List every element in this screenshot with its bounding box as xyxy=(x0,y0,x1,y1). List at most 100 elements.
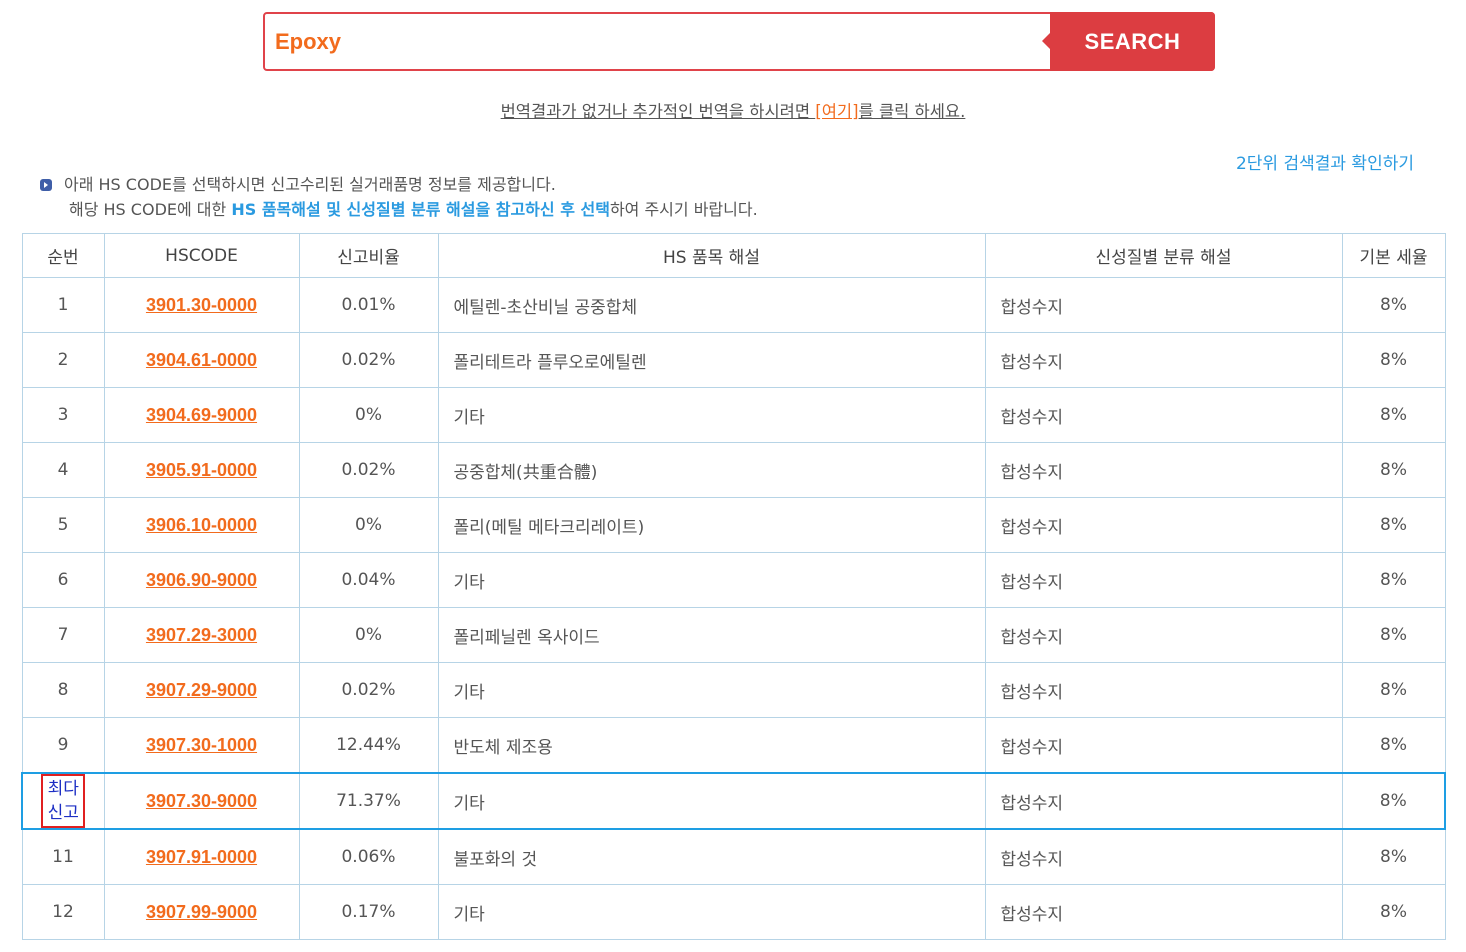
hscode-link[interactable]: 3907.91-0000 xyxy=(146,847,257,867)
most-reported-badge: 최다신고 xyxy=(41,774,86,828)
table-row: 9 3907.30-1000 12.44% 반도체 제조용 합성수지 8% xyxy=(21,717,1446,774)
row-rate: 8% xyxy=(1341,662,1446,718)
notice-text-after: 를 클릭 하세요. xyxy=(858,102,966,121)
row-rate: 8% xyxy=(1341,828,1446,885)
info-line-1: 아래 HS CODE를 선택하시면 신고수리된 실거래품명 정보를 제공합니다. xyxy=(64,175,556,194)
info-box: 아래 HS CODE를 선택하시면 신고수리된 실거래품명 정보를 제공합니다.… xyxy=(40,172,758,222)
hscode-link[interactable]: 3906.10-0000 xyxy=(146,515,257,535)
row-classification: 합성수지 xyxy=(984,662,1343,718)
badge-line-2: 신고 xyxy=(47,803,79,823)
row-classification: 합성수지 xyxy=(984,552,1343,608)
table-row-most-reported: 최다 신고 3907.30-9000 71.37% 기타 합성수지 8% xyxy=(21,772,1446,830)
row-classification: 합성수지 xyxy=(984,332,1343,388)
notice-here-link[interactable]: [여기] xyxy=(815,102,858,121)
row-classification: 합성수지 xyxy=(984,717,1343,774)
row-rate: 8% xyxy=(1341,332,1446,388)
row-description: 기타 xyxy=(437,662,986,718)
row-ratio: 71.37% xyxy=(298,772,439,830)
header-ratio: 신고비율 xyxy=(298,233,439,278)
row-ratio: 0.17% xyxy=(298,884,439,940)
row-description: 에틸렌-초산비닐 공중합체 xyxy=(437,277,986,333)
info-line-2-highlight: HS 품목해설 및 신성질별 분류 해설을 참고하신 후 선택 xyxy=(231,200,610,219)
row-no: 1 xyxy=(21,277,105,333)
table-row: 2 3904.61-0000 0.02% 폴리테트라 플루오로에틸렌 합성수지 … xyxy=(21,332,1446,388)
row-no: 12 xyxy=(21,884,105,940)
table-row: 7 3907.29-3000 0% 폴리페닐렌 옥사이드 합성수지 8% xyxy=(21,607,1446,663)
hscode-link[interactable]: 3904.61-0000 xyxy=(146,350,257,370)
hs-code-table: 순번 HSCODE 신고비율 HS 품목 해설 신성질별 분류 해설 기본 세율… xyxy=(21,233,1446,940)
row-ratio: 0.02% xyxy=(298,332,439,388)
hscode-link[interactable]: 3907.29-3000 xyxy=(146,625,257,645)
row-description: 반도체 제조용 xyxy=(437,717,986,774)
hscode-link[interactable]: 3905.91-0000 xyxy=(146,460,257,480)
row-ratio: 0% xyxy=(298,607,439,663)
table-row: 4 3905.91-0000 0.02% 공중합체(共重合體) 합성수지 8% xyxy=(21,442,1446,498)
row-no: 7 xyxy=(21,607,105,663)
row-ratio: 0.02% xyxy=(298,442,439,498)
row-classification: 합성수지 xyxy=(984,772,1343,830)
row-rate: 8% xyxy=(1341,884,1446,940)
row-no: 4 xyxy=(21,442,105,498)
hscode-link[interactable]: 3906.90-9000 xyxy=(146,570,257,590)
table-row: 1 3901.30-0000 0.01% 에틸렌-초산비닐 공중합체 합성수지 … xyxy=(21,277,1446,333)
table-row: 8 3907.29-9000 0.02% 기타 합성수지 8% xyxy=(21,662,1446,718)
row-rate: 8% xyxy=(1341,607,1446,663)
row-classification: 합성수지 xyxy=(984,387,1343,443)
row-ratio: 0.01% xyxy=(298,277,439,333)
hscode-link[interactable]: 3907.99-9000 xyxy=(146,902,257,922)
row-rate: 8% xyxy=(1341,552,1446,608)
row-description: 폴리페닐렌 옥사이드 xyxy=(437,607,986,663)
row-classification: 합성수지 xyxy=(984,497,1343,553)
info-line-2-before: 해당 HS CODE에 대한 xyxy=(69,200,232,219)
header-hscode: HSCODE xyxy=(103,233,300,278)
row-no: 11 xyxy=(21,828,105,885)
row-classification: 합성수지 xyxy=(984,277,1343,333)
arrow-bullet-icon xyxy=(40,179,52,191)
header-classification: 신성질별 분류 해설 xyxy=(984,233,1343,278)
row-no: 5 xyxy=(21,497,105,553)
hscode-link[interactable]: 3907.30-9000 xyxy=(146,791,257,811)
row-description: 공중합체(共重合體) xyxy=(437,442,986,498)
row-ratio: 0.04% xyxy=(298,552,439,608)
row-rate: 8% xyxy=(1341,497,1446,553)
two-digit-results-link[interactable]: 2단위 검색결과 확인하기 xyxy=(1236,149,1414,174)
row-classification: 합성수지 xyxy=(984,884,1343,940)
row-classification: 합성수지 xyxy=(984,828,1343,885)
row-no: 6 xyxy=(21,552,105,608)
row-no: 3 xyxy=(21,387,105,443)
row-classification: 합성수지 xyxy=(984,442,1343,498)
row-description: 폴리(메틸 메타크리레이트) xyxy=(437,497,986,553)
row-rate: 8% xyxy=(1341,387,1446,443)
row-description: 기타 xyxy=(437,552,986,608)
row-ratio: 0% xyxy=(298,387,439,443)
row-ratio: 12.44% xyxy=(298,717,439,774)
hscode-link[interactable]: 3907.30-1000 xyxy=(146,735,257,755)
row-no: 2 xyxy=(21,332,105,388)
hscode-link[interactable]: 3907.29-9000 xyxy=(146,680,257,700)
info-line-2-after: 하여 주시기 바랍니다. xyxy=(609,200,758,219)
hscode-link[interactable]: 3904.69-9000 xyxy=(146,405,257,425)
row-description: 기타 xyxy=(437,884,986,940)
table-row: 5 3906.10-0000 0% 폴리(메틸 메타크리레이트) 합성수지 8% xyxy=(21,497,1446,553)
search-bar: SEARCH xyxy=(263,12,1215,71)
header-hs-description: HS 품목 해설 xyxy=(437,233,986,278)
row-description: 기타 xyxy=(437,772,986,830)
row-no: 8 xyxy=(21,662,105,718)
search-button[interactable]: SEARCH xyxy=(1042,12,1215,71)
row-no: 9 xyxy=(21,717,105,774)
search-input[interactable] xyxy=(275,14,1035,69)
row-rate: 8% xyxy=(1341,277,1446,333)
table-row: 3 3904.69-9000 0% 기타 합성수지 8% xyxy=(21,387,1446,443)
row-no: 최다신고 xyxy=(21,772,105,830)
row-description: 기타 xyxy=(437,387,986,443)
table-row: 11 3907.91-0000 0.06% 불포화의 것 합성수지 8% xyxy=(21,828,1446,885)
translation-notice: 번역결과가 없거나 추가적인 번역을 하시려면 [여기]를 클릭 하세요. xyxy=(0,98,1466,122)
badge-line-1: 최다 xyxy=(47,779,79,799)
row-ratio: 0.06% xyxy=(298,828,439,885)
row-ratio: 0% xyxy=(298,497,439,553)
notice-text-before: 번역결과가 없거나 추가적인 번역을 하시려면 xyxy=(500,102,816,121)
row-classification: 합성수지 xyxy=(984,607,1343,663)
table-row: 6 3906.90-9000 0.04% 기타 합성수지 8% xyxy=(21,552,1446,608)
hscode-link[interactable]: 3901.30-0000 xyxy=(146,295,257,315)
row-ratio: 0.02% xyxy=(298,662,439,718)
